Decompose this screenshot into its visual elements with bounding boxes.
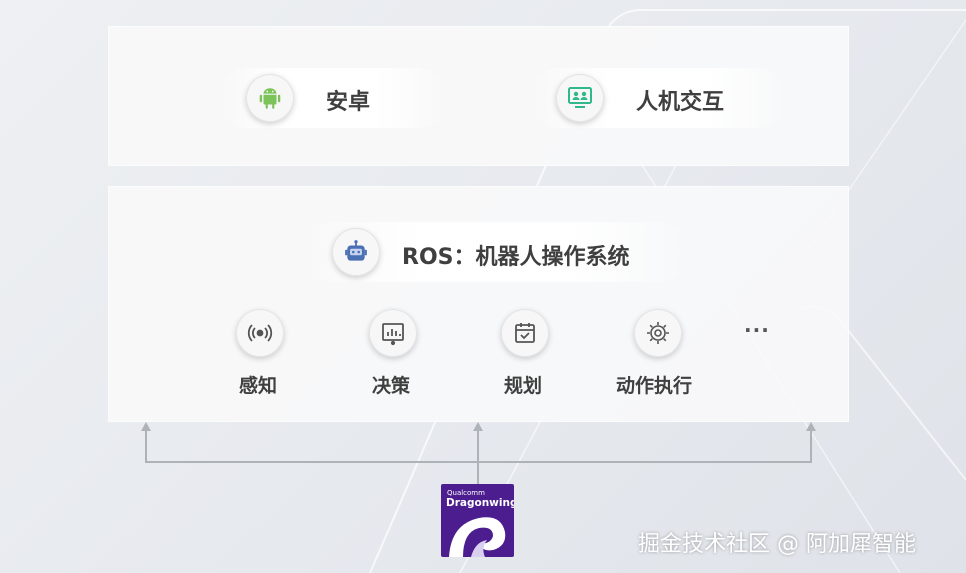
watermark-text: 掘金技术社区 @ 阿加犀智能 — [638, 532, 916, 557]
qualcomm-dragonwing-logo: Qualcomm Dragonwing — [441, 484, 514, 557]
dragon-wing-icon — [449, 517, 506, 557]
